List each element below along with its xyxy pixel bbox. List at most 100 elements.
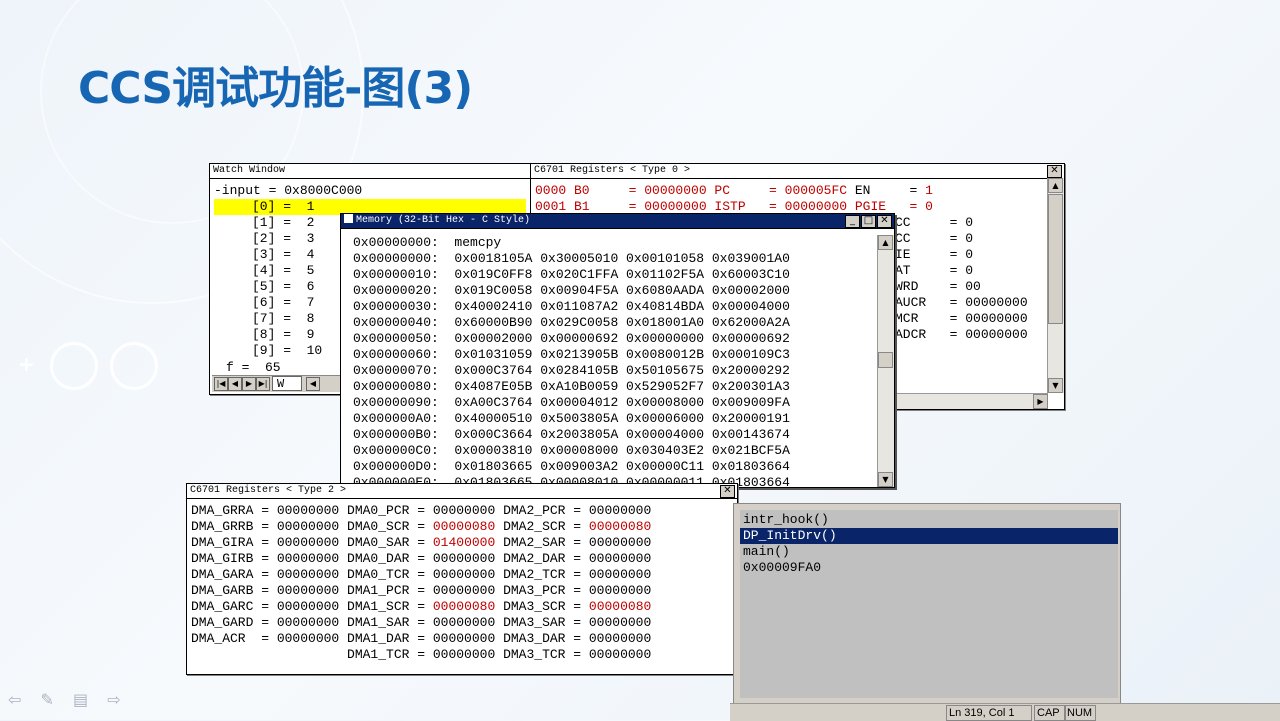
- register-row: DMA_ACR = 00000000 DMA1_DAR = 00000000 D…: [191, 631, 651, 647]
- watch-tab[interactable]: W: [272, 376, 302, 391]
- last-tab-icon[interactable]: ▶|: [256, 377, 270, 391]
- pc-value[interactable]: 000005FC: [785, 183, 847, 198]
- register-segment[interactable]: DMA0_SCR =: [347, 519, 433, 534]
- memory-row[interactable]: 0x00000040: 0x60000B90 0x029C0058 0x0180…: [353, 315, 790, 331]
- register-segment[interactable]: DMA_GRRB = 00000000: [191, 519, 347, 534]
- register-row[interactable]: CC = 0: [895, 215, 973, 231]
- memory-row[interactable]: 0x000000B0: 0x000C3664 0x2003805A 0x0000…: [353, 427, 790, 443]
- watch-extra-row[interactable]: f = 65: [226, 360, 281, 376]
- register-line1-suffix[interactable]: EN =: [847, 183, 925, 198]
- register-segment[interactable]: DMA1_SCR =: [347, 599, 433, 614]
- register-segment[interactable]: DMA0_TCR = 00000000: [347, 567, 503, 582]
- watch-root-row[interactable]: -input = 0x8000C000: [214, 183, 362, 199]
- register-segment[interactable]: DMA2_DAR = 00000000: [503, 551, 651, 566]
- register-segment[interactable]: DMA1_TCR = 00000000: [347, 647, 503, 662]
- register-segment[interactable]: DMA0_SAR =: [347, 535, 433, 550]
- memory-row[interactable]: 0x00000030: 0x40002410 0x011087A2 0x4081…: [353, 299, 790, 315]
- register-row[interactable]: AT = 0: [895, 263, 973, 279]
- register-segment[interactable]: DMA_GIRB = 00000000: [191, 551, 347, 566]
- vertical-scrollbar[interactable]: ▲ ▼: [1047, 178, 1064, 393]
- register-segment[interactable]: DMA1_DAR = 00000000: [347, 631, 503, 646]
- register-segment[interactable]: DMA2_TCR = 00000000: [503, 567, 651, 582]
- memory-window[interactable]: Memory (32-Bit Hex - C Style) _ □ ✕ 0x00…: [340, 213, 895, 488]
- memory-row[interactable]: 0x00000060: 0x01031059 0x0213905B 0x0080…: [353, 347, 790, 363]
- en-value[interactable]: 1: [925, 183, 933, 198]
- register-row[interactable]: MCR = 00000000: [895, 311, 1028, 327]
- changed-register-value[interactable]: 00000080: [589, 519, 651, 534]
- maximize-icon[interactable]: □: [861, 215, 876, 228]
- prev-slide-icon[interactable]: ⇦: [8, 690, 21, 709]
- register-row[interactable]: WRD = 00: [895, 279, 981, 295]
- register-segment[interactable]: DMA1_PCR = 00000000: [347, 583, 503, 598]
- register-segment[interactable]: DMA2_SAR = 00000000: [495, 535, 651, 550]
- memory-row[interactable]: 0x000000C0: 0x00003810 0x00008000 0x0304…: [353, 443, 790, 459]
- register-segment[interactable]: DMA2_SCR =: [495, 519, 589, 534]
- memory-row[interactable]: 0x00000050: 0x00002000 0x00000692 0x0000…: [353, 331, 790, 347]
- next-tab-icon[interactable]: ▶: [242, 377, 256, 391]
- call-stack-pane[interactable]: intr_hook() DP_InitDrv() main() 0x00009FA0: [733, 503, 1121, 705]
- scroll-down-icon[interactable]: ▼: [1048, 378, 1063, 393]
- scroll-up-icon[interactable]: ▲: [878, 235, 893, 250]
- memory-row[interactable]: 0x00000090: 0xA00C3764 0x00004012 0x0000…: [353, 395, 790, 411]
- pen-icon[interactable]: ✎: [41, 690, 54, 709]
- next-slide-icon[interactable]: ⇨: [107, 690, 120, 709]
- register-segment[interactable]: DMA1_SAR = 00000000: [347, 615, 503, 630]
- scroll-down-icon[interactable]: ▼: [878, 472, 893, 487]
- menu-icon[interactable]: ▤: [73, 690, 88, 709]
- registers-type2-window[interactable]: C6701 Registers < Type 2 > ✕ DMA_GRRA = …: [186, 483, 738, 675]
- changed-register-value[interactable]: 00000080: [589, 599, 651, 614]
- registers-type0-title[interactable]: C6701 Registers < Type 0 >: [531, 164, 1064, 179]
- register-segment[interactable]: DMA_GARD = 00000000: [191, 615, 347, 630]
- scroll-thumb[interactable]: [878, 352, 893, 368]
- close-icon[interactable]: ✕: [877, 215, 892, 228]
- register-row[interactable]: AUCR = 00000000: [895, 295, 1028, 311]
- register-segment[interactable]: DMA_GIRA = 00000000: [191, 535, 347, 550]
- close-icon[interactable]: ✕: [1047, 165, 1062, 178]
- watch-window-title[interactable]: Watch Window: [210, 164, 530, 179]
- memory-row[interactable]: 0x00000070: 0x000C3764 0x0284105B 0x5010…: [353, 363, 790, 379]
- memory-row[interactable]: 0x000000D0: 0x01803665 0x009003A2 0x0000…: [353, 459, 790, 475]
- registers-type2-title[interactable]: C6701 Registers < Type 2 >: [187, 484, 737, 499]
- call-stack-item[interactable]: 0x00009FA0: [740, 560, 1118, 576]
- vertical-scrollbar[interactable]: ▲ ▼: [877, 235, 894, 487]
- memory-window-title[interactable]: Memory (32-Bit Hex - C Style): [341, 214, 894, 229]
- memory-label-row[interactable]: 0x00000000: memcpy: [353, 235, 501, 251]
- close-icon[interactable]: ✕: [720, 485, 735, 498]
- register-segment[interactable]: DMA0_DAR = 00000000: [347, 551, 503, 566]
- register-segment[interactable]: DMA3_PCR = 00000000: [503, 583, 651, 598]
- minimize-icon[interactable]: _: [845, 215, 860, 228]
- register-row[interactable]: CC = 0: [895, 231, 973, 247]
- call-stack-item[interactable]: main(): [740, 544, 1118, 560]
- register-row[interactable]: IE = 0: [895, 247, 973, 263]
- memory-row[interactable]: 0x00000080: 0x4087E05B 0xA10B0059 0x5290…: [353, 379, 790, 395]
- memory-row[interactable]: 0x00000010: 0x019C0FF8 0x020C1FFA 0x0110…: [353, 267, 790, 283]
- memory-row[interactable]: 0x000000A0: 0x40000510 0x5003805A 0x0000…: [353, 411, 790, 427]
- register-line1-prefix[interactable]: 0000 B0 = 00000000 PC =: [535, 183, 785, 198]
- register-row[interactable]: ADCR = 00000000: [895, 327, 1028, 343]
- register-segment[interactable]: DMA3_DAR = 00000000: [503, 631, 651, 646]
- register-segment[interactable]: DMA0_PCR = 00000000: [347, 503, 503, 518]
- memory-row[interactable]: 0x00000000: 0x0018105A 0x30005010 0x0010…: [353, 251, 790, 267]
- register-segment[interactable]: [191, 647, 347, 662]
- scroll-right-icon[interactable]: ▶: [1033, 394, 1048, 409]
- call-stack-item[interactable]: DP_InitDrv(): [740, 528, 1118, 544]
- changed-register-value[interactable]: 00000080: [433, 599, 495, 614]
- scroll-thumb[interactable]: [1048, 194, 1063, 324]
- scroll-up-icon[interactable]: ▲: [1048, 178, 1063, 193]
- register-segment[interactable]: DMA3_SCR =: [495, 599, 589, 614]
- prev-tab-icon[interactable]: ◀: [228, 377, 242, 391]
- register-segment[interactable]: DMA2_PCR = 00000000: [503, 503, 651, 518]
- changed-register-value[interactable]: 00000080: [433, 519, 495, 534]
- register-segment[interactable]: DMA_GRRA = 00000000: [191, 503, 347, 518]
- register-segment[interactable]: DMA3_TCR = 00000000: [503, 647, 651, 662]
- register-segment[interactable]: DMA_GARA = 00000000: [191, 567, 347, 582]
- call-stack-item[interactable]: intr_hook(): [740, 512, 1118, 528]
- register-segment[interactable]: DMA_GARC = 00000000: [191, 599, 347, 614]
- changed-register-value[interactable]: 01400000: [433, 535, 495, 550]
- tab-scroll-left-icon[interactable]: ◀: [306, 377, 320, 391]
- register-segment[interactable]: DMA_ACR = 00000000: [191, 631, 347, 646]
- register-segment[interactable]: DMA3_SAR = 00000000: [503, 615, 651, 630]
- register-segment[interactable]: DMA_GARB = 00000000: [191, 583, 347, 598]
- first-tab-icon[interactable]: |◀: [214, 377, 228, 391]
- memory-row[interactable]: 0x00000020: 0x019C0058 0x00904F5A 0x6080…: [353, 283, 790, 299]
